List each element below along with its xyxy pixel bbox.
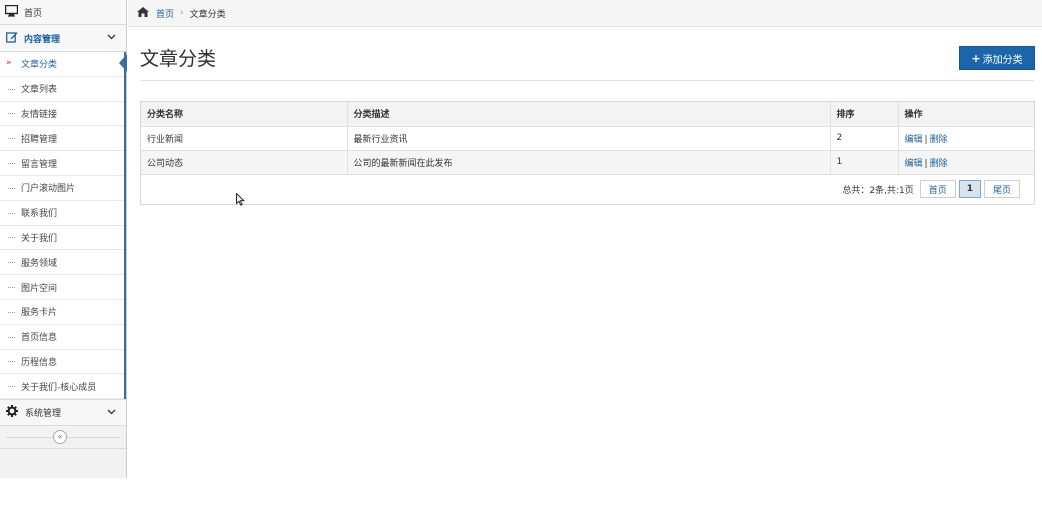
table-header-row: 分类名称 分类描述 排序 操作 [141, 102, 1034, 127]
last-page-button[interactable]: 尾页 [983, 180, 1020, 198]
plus-icon: + [971, 51, 981, 65]
add-category-button[interactable]: + 添加分类 [959, 46, 1035, 70]
sidebar-item[interactable]: 图片空间 [0, 275, 124, 300]
title-divider [140, 80, 1034, 81]
sidebar-item-label: 留言管理 [21, 159, 58, 170]
breadcrumb-current: 文章分类 [189, 9, 226, 20]
sidebar-item-label: 文章分类 [21, 60, 58, 71]
app: 首页 内容管理 » 文章分类文章列表友情链接招聘管理留言管理门户滚动图片 联系我们关… [0, 0, 1042, 526]
chevron-down-icon [107, 408, 116, 418]
pagination-info: 总共：2条,共:1页 [842, 185, 914, 196]
table-row: 行业新闻 最新行业资讯 2 编辑 | 删除 [141, 126, 1034, 151]
edit-link[interactable]: 编辑 [905, 135, 923, 145]
action-separator: | [924, 158, 928, 169]
column-header-name: 分类名称 [141, 102, 348, 127]
breadcrumb: 首页 › 文章分类 [128, 0, 1042, 27]
sidebar-item[interactable]: 门户滚动图片 [0, 176, 124, 201]
cell-order: 2 [830, 126, 899, 151]
sidebar-item[interactable]: 友情链接 [0, 102, 124, 127]
sidebar-item[interactable]: 留言管理 [0, 151, 124, 176]
chevron-down-icon [107, 33, 116, 43]
sidebar-item[interactable]: 招聘管理 [0, 126, 124, 152]
sidebar-item-label: 服务领域 [21, 258, 58, 269]
gear-icon [6, 405, 18, 420]
home-icon [137, 6, 149, 20]
sidebar-group-content[interactable]: 内容管理 [0, 25, 126, 52]
sidebar-item-label: 联系我们 [21, 209, 58, 220]
sidebar-item[interactable]: 服务领域 [0, 250, 124, 276]
cell-desc: 公司的最新新闻在此发布 [347, 150, 831, 175]
sidebar-item[interactable]: 首页信息 [0, 325, 124, 350]
sidebar-item[interactable]: » 文章分类 [0, 52, 127, 77]
active-marker-icon: » [6, 58, 12, 68]
first-page-button[interactable]: 首页 [919, 180, 956, 198]
delete-link[interactable]: 删除 [930, 159, 948, 169]
pagination: 总共：2条,共:1页 首页 1 尾页 [842, 180, 1020, 198]
column-header-actions: 操作 [898, 102, 1034, 127]
cell-name: 公司动态 [141, 150, 348, 175]
column-header-desc: 分类描述 [347, 102, 831, 127]
category-table-panel: 分类名称 分类描述 排序 操作 行业新闻 最新行业资讯 2 编辑 | 删除 公司动态 公司的最… [140, 101, 1035, 205]
column-header-order: 排序 [830, 102, 899, 127]
sidebar-item[interactable]: 关于我们-核心成员 [0, 374, 124, 400]
category-table: 分类名称 分类描述 排序 操作 行业新闻 最新行业资讯 2 编辑 | 删除 公司动态 公司的最… [141, 102, 1034, 175]
sidebar-group-label: 系统管理 [25, 409, 62, 420]
mouse-cursor-icon [236, 192, 245, 209]
edit-icon [6, 31, 18, 46]
breadcrumb-home-link[interactable]: 首页 [156, 7, 174, 20]
sidebar-group-system[interactable]: 系统管理 [0, 399, 126, 427]
sidebar-item-label: 服务卡片 [21, 308, 58, 319]
sidebar-collapse-bar: « [0, 426, 126, 449]
page-title: 文章分类 [140, 48, 217, 70]
sidebar-item-label: 首页信息 [21, 333, 58, 344]
sidebar: 首页 内容管理 » 文章分类文章列表友情链接招聘管理留言管理门户滚动图片 联系我们关… [0, 0, 127, 478]
sidebar-item-label: 历程信息 [21, 357, 58, 368]
breadcrumb-separator: › [180, 8, 184, 18]
cell-name: 行业新闻 [141, 126, 348, 151]
sidebar-item[interactable]: 服务卡片 [0, 300, 124, 325]
action-separator: | [924, 134, 928, 145]
sidebar-item-label: 关于我们-核心成员 [21, 382, 97, 393]
delete-link[interactable]: 删除 [930, 135, 948, 145]
cell-desc: 最新行业资讯 [347, 126, 831, 151]
sidebar-item-label: 关于我们 [21, 233, 58, 244]
table-row: 公司动态 公司的最新新闻在此发布 1 编辑 | 删除 [141, 150, 1034, 175]
sidebar-group-label: 内容管理 [24, 34, 61, 45]
cell-actions: 编辑 | 删除 [898, 126, 1034, 151]
sidebar-item[interactable]: 联系我们 [0, 201, 124, 226]
sidebar-item-label: 首页 [24, 8, 43, 19]
sidebar-item-label: 图片空间 [21, 283, 58, 294]
sidebar-item-label: 友情链接 [21, 109, 58, 120]
edit-link[interactable]: 编辑 [905, 159, 923, 169]
active-caret-icon [119, 54, 127, 72]
cell-actions: 编辑 | 删除 [898, 150, 1034, 175]
sidebar-item[interactable]: 文章列表 [0, 77, 124, 102]
sidebar-item-label: 门户滚动图片 [21, 184, 76, 195]
sidebar-item-label: 招聘管理 [21, 134, 58, 145]
sidebar-item[interactable]: 关于我们 [0, 226, 124, 251]
submenu-content: » 文章分类文章列表友情链接招聘管理留言管理门户滚动图片 联系我们关于我们服务领域图… [0, 52, 127, 400]
add-category-label: 添加分类 [982, 54, 1023, 66]
sidebar-item[interactable]: 历程信息 [0, 350, 124, 375]
monitor-icon [4, 4, 19, 20]
cell-order: 1 [830, 150, 899, 175]
current-page-button[interactable]: 1 [958, 180, 981, 198]
sidebar-footer [0, 448, 126, 478]
collapse-sidebar-icon[interactable]: « [53, 430, 67, 445]
sidebar-item-label: 文章列表 [21, 85, 58, 96]
sidebar-item-home[interactable]: 首页 [0, 0, 126, 25]
